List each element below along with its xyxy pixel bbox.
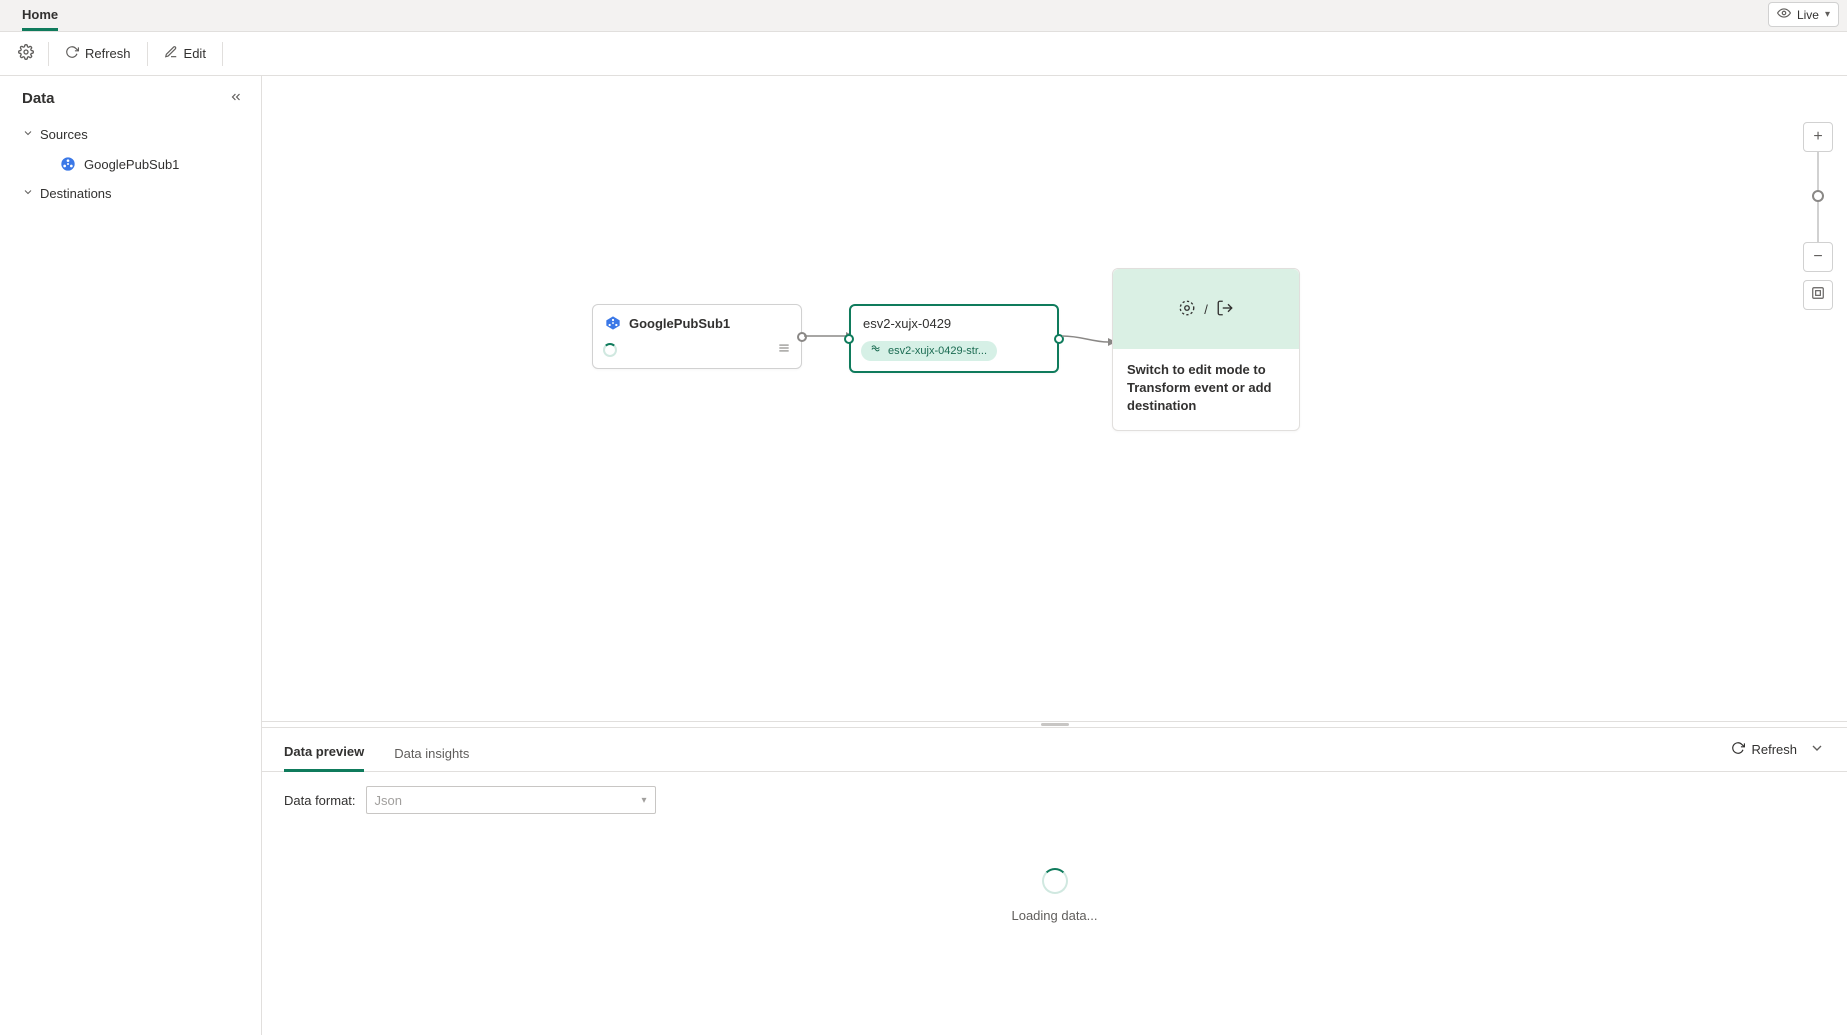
- fit-screen-icon: [1811, 286, 1825, 305]
- node-port-in[interactable]: [844, 334, 854, 344]
- toolbar-separator: [222, 42, 223, 66]
- bottom-refresh-label: Refresh: [1751, 742, 1797, 757]
- chevron-double-left-icon: [229, 92, 243, 107]
- refresh-button[interactable]: Refresh: [55, 39, 141, 68]
- edit-button[interactable]: Edit: [154, 39, 216, 68]
- node-source-header: GooglePubSub1: [593, 305, 801, 335]
- settings-button[interactable]: [10, 38, 42, 70]
- loading-state: Loading data...: [262, 828, 1847, 1035]
- loading-spinner-icon: [603, 343, 617, 357]
- top-tab-bar: Home Live ▾: [0, 0, 1847, 32]
- refresh-label: Refresh: [85, 46, 131, 61]
- data-format-row: Data format: Json ▾: [262, 772, 1847, 828]
- collapse-panel-button[interactable]: [1809, 740, 1825, 759]
- node-port-out[interactable]: [1054, 334, 1064, 344]
- tab-data-preview[interactable]: Data preview: [284, 729, 364, 772]
- tree-group-sources-label: Sources: [40, 127, 88, 142]
- stream-tag: esv2-xujx-0429-str...: [861, 341, 997, 361]
- eye-icon: [1777, 6, 1791, 23]
- toolbar-separator: [147, 42, 148, 66]
- live-mode-selector[interactable]: Live ▾: [1768, 2, 1839, 27]
- refresh-icon: [65, 45, 79, 62]
- loading-spinner-icon: [1042, 868, 1068, 894]
- node-stream-body: esv2-xujx-0429-str...: [851, 335, 1057, 371]
- chevron-down-icon: [22, 127, 34, 142]
- output-icon: [1216, 299, 1234, 320]
- zoom-slider[interactable]: [1817, 152, 1819, 242]
- bottom-refresh-button[interactable]: Refresh: [1731, 741, 1797, 758]
- destination-hint: Switch to edit mode to Transform event o…: [1113, 349, 1299, 430]
- tree-group-destinations-label: Destinations: [40, 186, 112, 201]
- data-format-label: Data format:: [284, 793, 356, 808]
- live-mode-label: Live: [1797, 8, 1819, 22]
- chevron-down-icon: [22, 186, 34, 201]
- sidebar-tree: Sources GooglePubSub1 Destinations: [0, 117, 261, 207]
- zoom-slider-handle[interactable]: [1812, 190, 1824, 202]
- main-content: Data Sources GooglePubSub1: [0, 76, 1847, 1035]
- destination-icons: /: [1113, 269, 1299, 349]
- node-source[interactable]: GooglePubSub1: [592, 304, 802, 369]
- tree-item-source-label: GooglePubSub1: [84, 157, 179, 172]
- loading-text: Loading data...: [1011, 908, 1097, 923]
- minus-icon: −: [1813, 248, 1822, 266]
- tab-data-insights[interactable]: Data insights: [394, 728, 469, 771]
- zoom-in-button[interactable]: +: [1803, 122, 1833, 152]
- node-destination-placeholder[interactable]: / Switch to edit mode to Transform event…: [1112, 268, 1300, 431]
- chevron-down-icon: ▾: [642, 795, 647, 806]
- tree-group-sources[interactable]: Sources: [22, 121, 261, 148]
- node-stream-title: esv2-xujx-0429: [863, 316, 951, 331]
- data-format-select[interactable]: Json ▾: [366, 786, 656, 814]
- data-format-value: Json: [375, 793, 402, 808]
- stream-tag-label: esv2-xujx-0429-str...: [888, 345, 987, 357]
- canvas-area: GooglePubSub1 esv2-xujx-0429: [262, 76, 1847, 1035]
- node-port-out[interactable]: [797, 332, 807, 342]
- sidebar-header: Data: [0, 90, 261, 117]
- collapse-sidebar-button[interactable]: [229, 90, 243, 107]
- refresh-icon: [1731, 741, 1745, 758]
- zoom-controls: + −: [1803, 122, 1833, 310]
- edit-label: Edit: [184, 46, 206, 61]
- sidebar-title: Data: [22, 90, 55, 107]
- sidebar: Data Sources GooglePubSub1: [0, 76, 262, 1035]
- chevron-down-icon: [1809, 744, 1825, 759]
- zoom-out-button[interactable]: −: [1803, 242, 1833, 272]
- node-stream[interactable]: esv2-xujx-0429 esv2-xujx-0429-str...: [849, 304, 1059, 373]
- list-icon: [777, 341, 791, 358]
- bottom-panel: Data preview Data insights Refresh: [262, 727, 1847, 1035]
- chevron-down-icon: ▾: [1825, 9, 1830, 20]
- node-stream-header: esv2-xujx-0429: [851, 306, 1057, 335]
- plus-icon: +: [1813, 128, 1822, 146]
- zoom-fit-button[interactable]: [1803, 280, 1833, 310]
- pubsub-icon: [605, 315, 621, 331]
- tree-group-destinations[interactable]: Destinations: [22, 180, 261, 207]
- tab-home[interactable]: Home: [22, 1, 58, 31]
- pubsub-icon: [60, 156, 76, 172]
- diagram-canvas[interactable]: GooglePubSub1 esv2-xujx-0429: [262, 76, 1847, 721]
- tree-item-source[interactable]: GooglePubSub1: [22, 148, 261, 180]
- node-source-title: GooglePubSub1: [629, 316, 730, 331]
- toolbar: Refresh Edit: [0, 32, 1847, 76]
- connector-arrow: [1062, 328, 1116, 348]
- transform-icon: [1178, 299, 1196, 320]
- stream-icon: [871, 344, 882, 358]
- edit-icon: [164, 45, 178, 62]
- gear-icon: [18, 44, 34, 63]
- toolbar-separator: [48, 42, 49, 66]
- slash-separator: /: [1204, 302, 1208, 317]
- bottom-tab-bar: Data preview Data insights Refresh: [262, 728, 1847, 772]
- node-source-body: [593, 335, 801, 368]
